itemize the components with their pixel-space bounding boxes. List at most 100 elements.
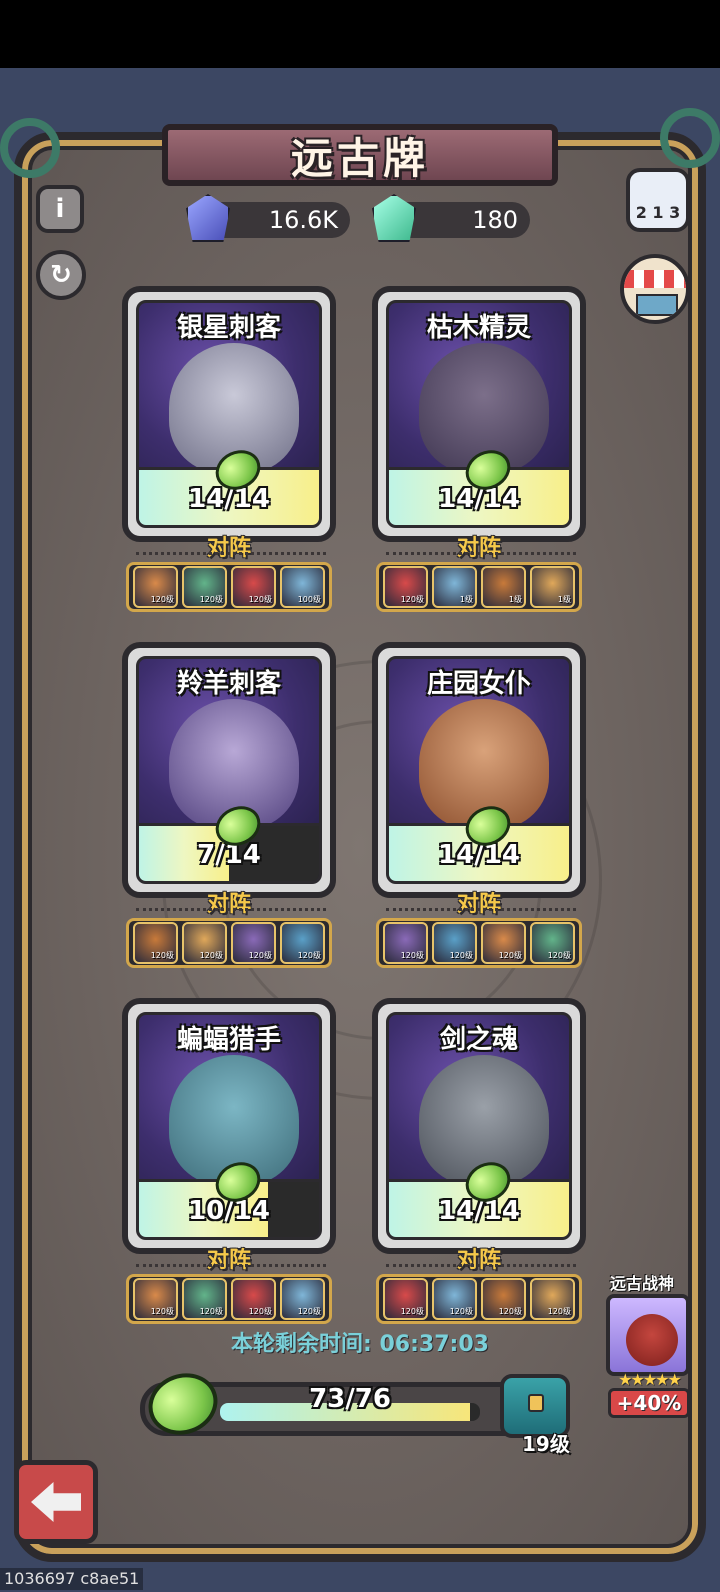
card-artwork: 银星刺客 14/14 [136, 300, 322, 528]
vs-label: 对阵 [456, 1248, 501, 1273]
card-artwork: 羚羊刺客 7/14 [136, 656, 322, 884]
hero-level: 120级 [449, 951, 473, 960]
footer-id: 1036697 c8ae51 [0, 1568, 144, 1590]
vs-label: 对阵 [206, 536, 251, 561]
vine-decoration-right [660, 108, 720, 168]
opponent-hero-avatar: 120级 [133, 1278, 178, 1320]
hero-level: 1级 [459, 595, 473, 604]
hero-level: 120级 [199, 1307, 223, 1316]
hero-card[interactable]: 蝙蝠猎手 10/14 [122, 998, 336, 1254]
vs-label: 对阵 [456, 536, 501, 561]
card-name: 蝙蝠猎手 [176, 1025, 281, 1055]
bottom-progress-text: 73/76 [309, 1384, 391, 1414]
hero-level: 1级 [508, 595, 522, 604]
hero-level: 120级 [150, 951, 174, 960]
card-name: 银星刺客 [176, 313, 281, 343]
boss-bonus: +40% [608, 1388, 690, 1418]
back-button[interactable] [14, 1460, 98, 1544]
hero-level: 100级 [297, 595, 321, 604]
podium-icon: 2 1 3 [635, 203, 681, 222]
opponent-hero-avatar: 120级 [280, 1278, 325, 1320]
opponent-hero-avatar: 120级 [432, 922, 477, 964]
opponent-team[interactable]: 120级 120级 120级 100级 [126, 562, 332, 612]
hero-level: 120级 [199, 951, 223, 960]
opponent-hero-avatar: 120级 [182, 1278, 227, 1320]
card-name: 剑之魂 [439, 1025, 518, 1055]
hero-level: 120级 [248, 1307, 272, 1316]
hero-level: 120级 [400, 595, 424, 604]
opponent-hero-avatar: 1级 [432, 566, 477, 608]
opponent-hero-avatar: 120级 [231, 922, 276, 964]
vs-label: 对阵 [456, 892, 501, 917]
hero-card[interactable]: 羚羊刺客 7/14 [122, 642, 336, 898]
hero-level: 120级 [498, 951, 522, 960]
opponent-hero-avatar: 1级 [481, 566, 526, 608]
hero-level: 120级 [449, 1307, 473, 1316]
card-name: 庄园女仆 [426, 669, 531, 699]
refresh-button[interactable]: ↻ [36, 250, 86, 300]
opponent-team[interactable]: 120级 120级 120级 120级 [126, 918, 332, 968]
opponent-hero-avatar: 120级 [383, 922, 428, 964]
card-artwork: 枯木精灵 14/14 [386, 300, 572, 528]
vine-decoration-left [0, 118, 60, 178]
opponent-hero-avatar: 120级 [530, 1278, 575, 1320]
chest-level: 19级 [522, 1432, 570, 1456]
blue-crystal-counter: 16.6K [186, 194, 350, 242]
green-crystal-counter: 180 [372, 194, 530, 242]
opponent-team[interactable]: 120级 120级 120级 120级 [126, 1274, 332, 1324]
boss-stars: ★★★★★ [618, 1370, 682, 1389]
status-bar [0, 0, 720, 68]
hero-level: 120级 [547, 1307, 571, 1316]
hero-level: 120级 [150, 1307, 174, 1316]
title-banner: 远古牌 [162, 124, 558, 186]
opponent-hero-avatar: 120级 [383, 566, 428, 608]
shop-counter-graphic [636, 294, 678, 316]
opponent-hero-avatar: 120级 [280, 922, 325, 964]
ranking-button[interactable]: 2 1 3 [626, 168, 690, 232]
opponent-hero-avatar: 120级 [481, 1278, 526, 1320]
hero-level: 120级 [400, 1307, 424, 1316]
card-artwork: 蝙蝠猎手 10/14 [136, 1012, 322, 1240]
opponent-team[interactable]: 120级 1级 1级 1级 [376, 562, 582, 612]
shop-button[interactable] [620, 254, 690, 324]
green-crystal-value: 180 [472, 206, 518, 234]
chest-lock-icon [528, 1394, 544, 1412]
boss-portrait [626, 1314, 678, 1366]
card-name: 枯木精灵 [426, 313, 531, 343]
vs-label: 对阵 [206, 1248, 251, 1273]
boss-card[interactable] [606, 1294, 690, 1376]
opponent-hero-avatar: 120级 [231, 1278, 276, 1320]
dotted-divider [386, 908, 576, 911]
hero-card[interactable]: 枯木精灵 14/14 [372, 286, 586, 542]
info-icon: i [55, 194, 65, 224]
dotted-divider [386, 552, 576, 555]
hero-level: 120级 [248, 951, 272, 960]
opponent-hero-avatar: 120级 [133, 566, 178, 608]
opponent-hero-avatar: 1级 [530, 566, 575, 608]
dotted-divider [136, 552, 326, 555]
opponent-hero-avatar: 120级 [133, 922, 178, 964]
boss-title: 远古战神 [610, 1274, 675, 1293]
hero-level: 120级 [199, 595, 223, 604]
card-artwork: 庄园女仆 14/14 [386, 656, 572, 884]
shop-icon [624, 270, 686, 288]
opponent-hero-avatar: 120级 [182, 922, 227, 964]
opponent-team[interactable]: 120级 120级 120级 120级 [376, 918, 582, 968]
hero-level: 120级 [400, 951, 424, 960]
hero-card[interactable]: 剑之魂 14/14 [372, 998, 586, 1254]
hero-card[interactable]: 银星刺客 14/14 [122, 286, 336, 542]
vs-label: 对阵 [206, 892, 251, 917]
opponent-hero-avatar: 120级 [231, 566, 276, 608]
info-button[interactable]: i [36, 185, 84, 233]
hero-level: 120级 [150, 595, 174, 604]
back-arrow-icon [31, 1482, 81, 1522]
opponent-team[interactable]: 120级 120级 120级 120级 [376, 1274, 582, 1324]
hero-card[interactable]: 庄园女仆 14/14 [372, 642, 586, 898]
hero-level: 120级 [297, 951, 321, 960]
dotted-divider [136, 908, 326, 911]
opponent-hero-avatar: 120级 [481, 922, 526, 964]
opponent-hero-avatar: 120级 [383, 1278, 428, 1320]
hero-level: 1级 [557, 595, 571, 604]
opponent-hero-avatar: 120级 [530, 922, 575, 964]
page-title: 远古牌 [290, 133, 429, 183]
